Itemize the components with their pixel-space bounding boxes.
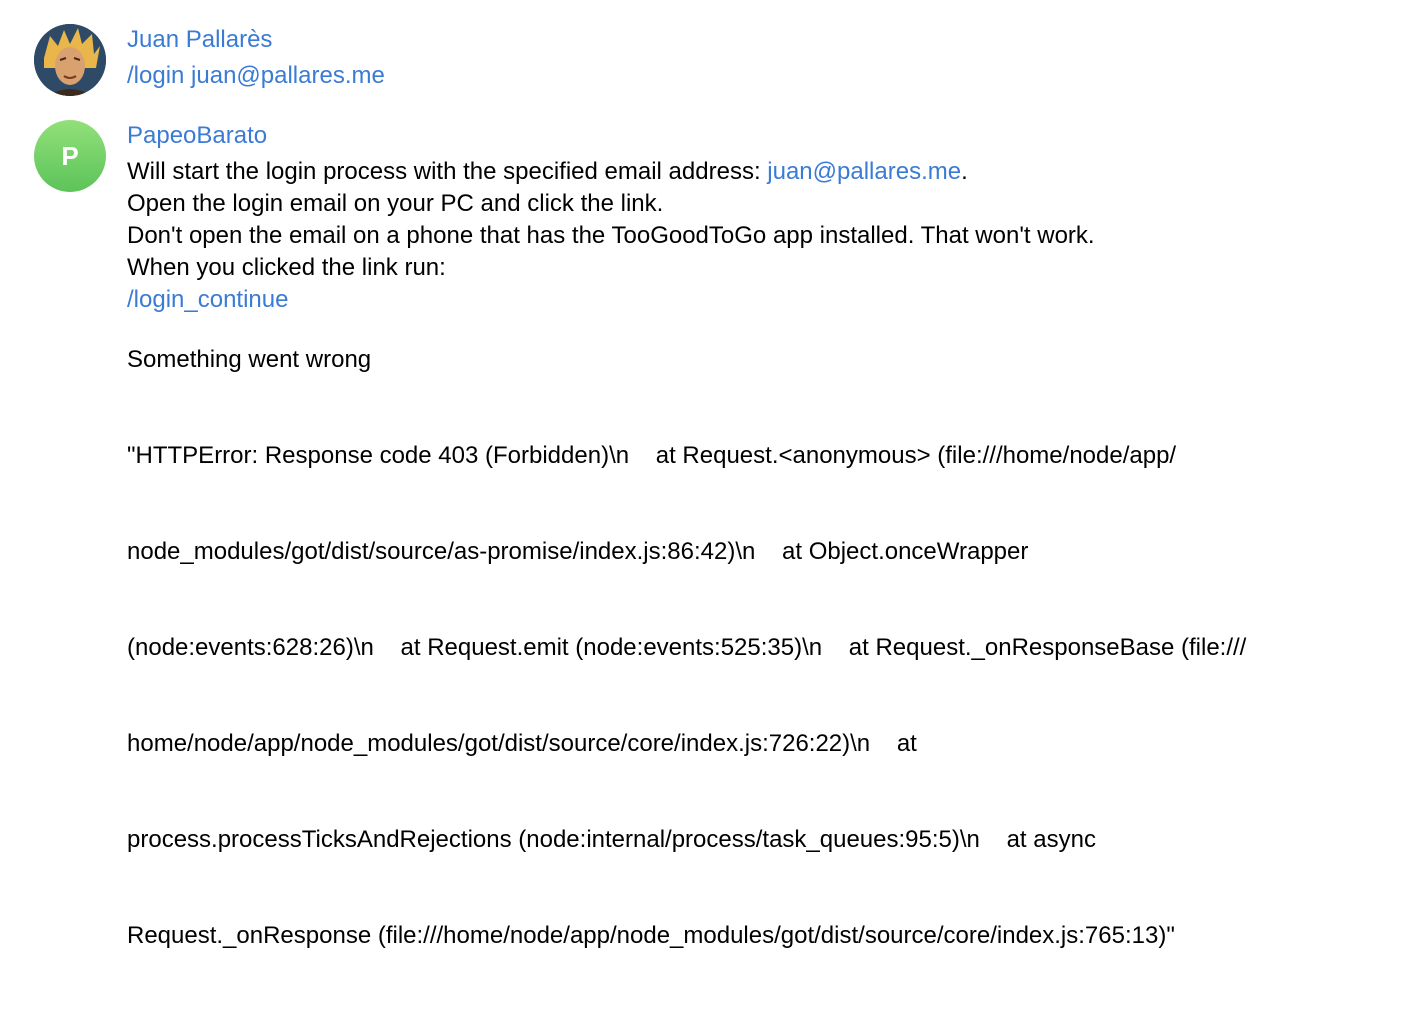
error-line: (node:events:628:26)\n at Request.emit (… xyxy=(127,634,1247,661)
error-line: "HTTPError: Response code 403 (Forbidden… xyxy=(127,442,1177,469)
error-title: Something went wrong xyxy=(127,346,372,373)
intro-text: Will start the login process with the sp… xyxy=(127,158,768,185)
user-avatar[interactable] xyxy=(34,24,106,96)
sender-name[interactable]: Juan Pallarès xyxy=(127,24,1402,56)
error-line: home/node/app/node_modules/got/dist/sour… xyxy=(127,730,917,757)
message-text: /login juan@pallares.me xyxy=(127,60,1402,92)
message-line-command: /login_continue xyxy=(127,284,1402,316)
email-link[interactable]: juan@pallares.me xyxy=(767,158,961,185)
message-line: Don't open the email on a phone that has… xyxy=(127,222,1095,249)
intro-end: . xyxy=(961,158,968,185)
error-line: node_modules/got/dist/source/as-promise/… xyxy=(127,538,1029,565)
message-line: When you clicked the link run: xyxy=(127,254,446,281)
login-continue-link[interactable]: /login_continue xyxy=(127,286,288,313)
avatar-letter: P xyxy=(61,140,79,171)
message-content: PapeoBarato Will start the login process… xyxy=(127,120,1402,1016)
sender-name[interactable]: PapeoBarato xyxy=(127,120,1402,152)
message-content: Juan Pallarès /login juan@pallares.me xyxy=(127,24,1402,92)
avatar-photo-icon xyxy=(34,24,106,96)
message-line-intro: Will start the login process with the sp… xyxy=(127,156,1402,188)
error-line: Request._onResponse (file:///home/node/a… xyxy=(127,922,1175,949)
message-line: Open the login email on your PC and clic… xyxy=(127,190,664,217)
error-line: process.processTicksAndRejections (node:… xyxy=(127,826,1096,853)
command-link[interactable]: /login juan@pallares.me xyxy=(127,62,385,89)
bot-avatar[interactable]: P xyxy=(34,120,106,192)
error-details: "HTTPError: Response code 403 (Forbidden… xyxy=(127,376,1402,1016)
